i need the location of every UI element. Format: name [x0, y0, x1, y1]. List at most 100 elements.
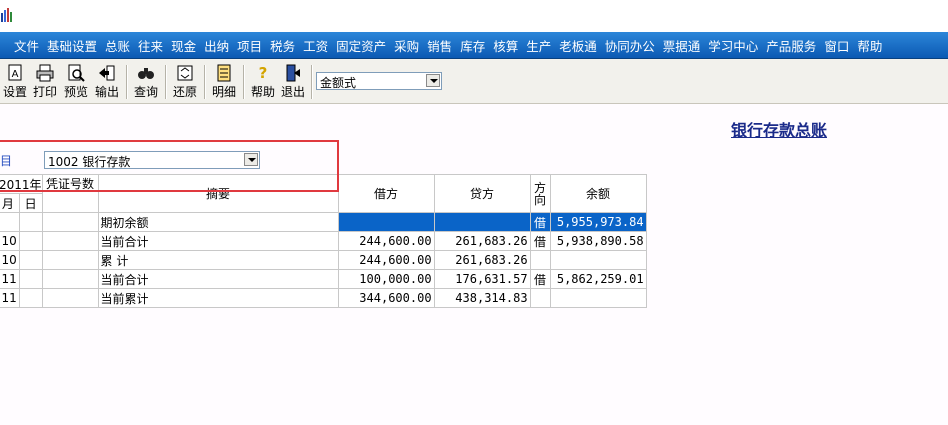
svg-text:A: A: [12, 69, 19, 80]
cell-voucher: [41, 250, 99, 270]
printer-icon: [36, 64, 54, 82]
chevron-down-icon[interactable]: [244, 153, 258, 166]
export-icon: [99, 65, 115, 81]
menu-item[interactable]: 生产: [522, 36, 555, 55]
print-button[interactable]: 打印: [31, 63, 59, 101]
cell-direction: 借: [529, 231, 551, 251]
toolbar-separator: [126, 65, 128, 99]
menu-item[interactable]: 窗口: [820, 36, 853, 55]
ledger-table: 2011年 凭证号数 摘要 借方 贷方 方向 余额 月 日 期初余额借 5,955…: [0, 174, 647, 308]
query-button[interactable]: 查询: [132, 63, 160, 101]
cell-balance: 5,938,890.58: [549, 231, 647, 251]
menu-item[interactable]: 往来: [134, 36, 167, 55]
menu-item[interactable]: 工资: [299, 36, 332, 55]
export-button[interactable]: 输出: [93, 63, 121, 101]
cell-month: 11: [0, 288, 20, 308]
exit-button[interactable]: 退出: [279, 63, 307, 101]
menu-item[interactable]: 固定资产: [332, 36, 390, 55]
exit-icon: [286, 64, 300, 82]
cell-credit: 176,631.57: [433, 269, 531, 289]
exit-label: 退出: [280, 85, 305, 99]
preview-label: 预览: [63, 85, 88, 99]
toolbar: A 设置 打印 预览 输出 查询 还原 明细 ? 帮助 退出 金额式: [0, 59, 948, 104]
menu-item[interactable]: 帮助: [853, 36, 886, 55]
table-row[interactable]: 10 累 计 244,600.00 261,683.26: [0, 250, 647, 270]
cell-credit: 261,683.26: [433, 250, 531, 270]
cell-day: [18, 288, 43, 308]
preview-button[interactable]: 预览: [62, 63, 90, 101]
cell-month: [0, 212, 20, 232]
table-row[interactable]: 11 当前合计 100,000.00 176,631.57 借 5,862,259.01: [0, 269, 647, 289]
settings-button[interactable]: A 设置: [1, 63, 29, 101]
table-row[interactable]: 11 当前累计 344,600.00 438,314.83: [0, 288, 647, 308]
cell-balance: [549, 288, 647, 308]
detail-label: 明细: [211, 85, 236, 99]
menu-bar: 文件 基础设置 总账 往来 现金 出纳 项目 税务 工资 固定资产 采购 销售 库存 核算 生产 老板通 协同办…: [0, 32, 948, 59]
menu-item[interactable]: 核算: [489, 36, 522, 55]
menu-item[interactable]: 税务: [266, 36, 299, 55]
cell-summary: 当前合计: [97, 231, 339, 251]
menu-item[interactable]: 文件: [10, 36, 43, 55]
cell-day: [18, 269, 43, 289]
cell-balance: 5,862,259.01: [549, 269, 647, 289]
print-label: 打印: [32, 85, 57, 99]
account-label: 科目: [0, 154, 13, 168]
cell-direction: [529, 288, 551, 308]
cell-summary: 当前合计: [97, 269, 339, 289]
detail-button[interactable]: 明细: [210, 63, 238, 101]
cell-month: 10: [0, 231, 20, 251]
cell-credit: [433, 212, 531, 232]
menu-item[interactable]: 销售: [423, 36, 456, 55]
cell-debit: [337, 212, 435, 232]
menu-item[interactable]: 产品服务: [762, 36, 820, 55]
account-select[interactable]: 1002 银行存款: [44, 151, 260, 169]
chevron-down-icon[interactable]: [426, 74, 440, 87]
cell-voucher: [41, 212, 99, 232]
cell-direction: 借: [529, 269, 551, 289]
cell-day: [18, 250, 43, 270]
restore-button[interactable]: 还原: [171, 63, 199, 101]
cell-credit: 438,314.83: [433, 288, 531, 308]
detail-icon: [217, 64, 231, 82]
help-label: 帮助: [250, 85, 275, 99]
summary-header: 摘要: [97, 174, 339, 213]
restore-icon: [177, 65, 193, 81]
svg-text:?: ?: [259, 64, 268, 82]
settings-icon: A: [8, 64, 22, 81]
cell-direction: 借: [529, 212, 551, 232]
menu-item[interactable]: 总账: [101, 36, 134, 55]
restore-label: 还原: [172, 85, 197, 99]
app-icon: [1, 8, 12, 22]
menu-item[interactable]: 项目: [233, 36, 266, 55]
table-row[interactable]: 期初余额 借 5,955,973.84: [0, 212, 647, 232]
toolbar-separator: [311, 65, 313, 99]
toolbar-separator: [243, 65, 245, 99]
format-select[interactable]: 金额式: [316, 72, 442, 90]
menu-item[interactable]: 出纳: [200, 36, 233, 55]
menu-item[interactable]: 采购: [390, 36, 423, 55]
settings-label: 设置: [2, 85, 27, 99]
help-button[interactable]: ? 帮助: [249, 63, 277, 101]
menu-item[interactable]: 基础设置: [43, 36, 101, 55]
cell-credit: 261,683.26: [433, 231, 531, 251]
cell-direction: [529, 250, 551, 270]
help-icon: ?: [259, 64, 268, 82]
menu-item[interactable]: 学习中心: [704, 36, 762, 55]
account-select-value: 1002 银行存款: [48, 155, 131, 169]
cell-summary: 累 计: [97, 250, 339, 270]
menu-item[interactable]: 老板通: [555, 36, 601, 55]
menu-item[interactable]: 协同办公: [601, 36, 659, 55]
menu-item[interactable]: 库存: [456, 36, 489, 55]
cell-summary: 当前累计: [97, 288, 339, 308]
menu-item[interactable]: 票据通: [659, 36, 705, 55]
format-select-value: 金额式: [320, 76, 357, 90]
cell-month: 11: [0, 269, 20, 289]
cell-voucher: [41, 288, 99, 308]
menu-item[interactable]: 现金: [167, 36, 200, 55]
preview-icon: [68, 64, 85, 82]
cell-balance: 5,955,973.84: [549, 212, 647, 232]
voucher-header: 凭证号数: [41, 174, 99, 213]
table-row[interactable]: 10 当前合计 244,600.00 261,683.26 借 5,938,890.58: [0, 231, 647, 251]
toolbar-separator: [204, 65, 206, 99]
balance-header: 余额: [549, 174, 647, 213]
